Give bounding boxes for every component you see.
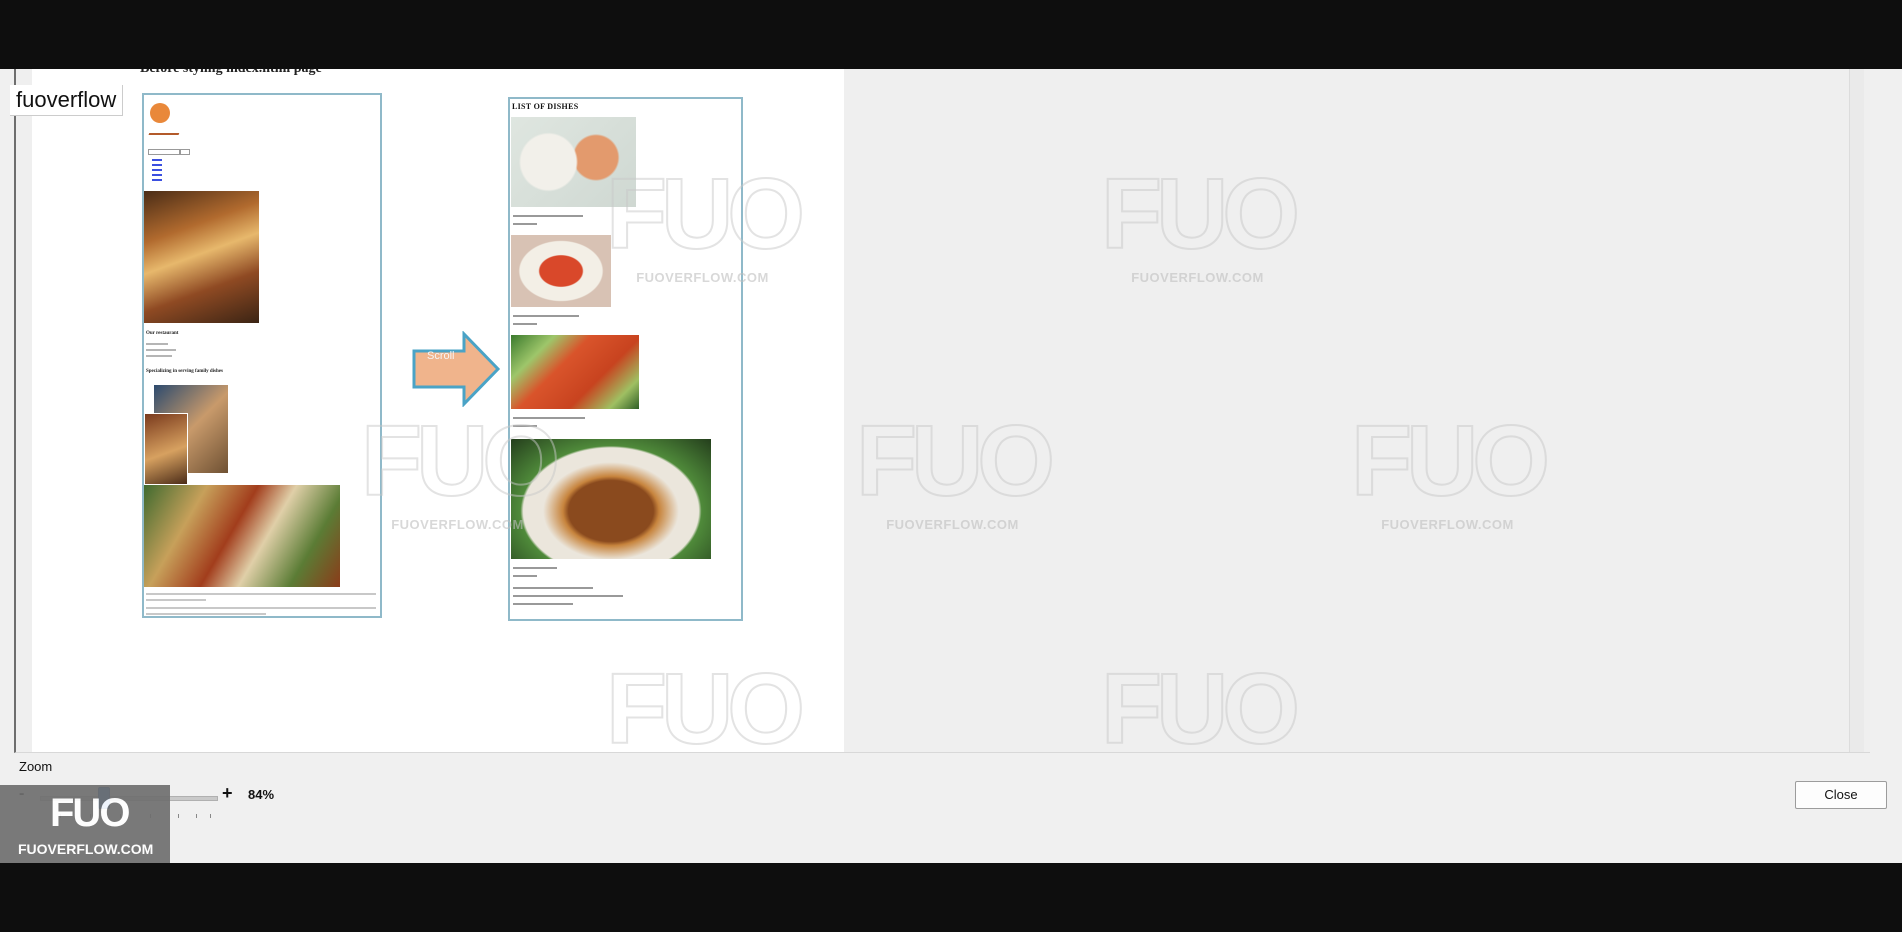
footer-line <box>513 587 593 589</box>
dish-price <box>513 575 537 577</box>
restaurant-logo-icon <box>148 99 182 139</box>
mini-nav-link <box>152 174 162 176</box>
dish-price <box>513 425 537 427</box>
footer-line <box>513 595 623 597</box>
zoom-value: 84% <box>248 787 275 802</box>
close-button[interactable]: Close <box>1795 781 1887 809</box>
slider-tick <box>178 814 179 818</box>
slider-tick <box>196 814 197 818</box>
mini-heading-restaurant: Our restaurant <box>146 331 179 336</box>
fuo-badge: FUO FUOVERFLOW.COM <box>0 785 170 863</box>
dish-price <box>513 223 537 225</box>
mini-text-line <box>146 607 376 609</box>
mini-nav-link <box>152 169 162 171</box>
preview-page: Before styling index.html page Our resta… <box>32 69 844 752</box>
mini-text-line <box>146 599 206 601</box>
watermark: FUOFUOVERFLOW.COM <box>1100 158 1301 285</box>
list-of-dishes-title: LIST OF DISHES <box>512 102 579 111</box>
footer-line <box>513 603 573 605</box>
vertical-scrollbar[interactable] <box>1849 69 1864 752</box>
mini-search-input <box>148 149 180 155</box>
mini-text-line <box>146 349 176 351</box>
mini-heading-specializing: Specializing in serving family dishes <box>146 369 223 374</box>
dish-photo-2 <box>511 235 611 307</box>
arrow-label: Scroll <box>427 350 455 362</box>
restaurant-photo <box>144 191 259 323</box>
bottom-letterbox <box>0 863 1902 932</box>
zoom-in-button[interactable]: + <box>222 783 233 804</box>
dish-caption <box>513 215 583 217</box>
interior-photo-small <box>144 413 188 485</box>
mini-nav-link <box>152 164 162 166</box>
slide-title: Before styling index.html page <box>140 69 322 77</box>
mini-text-line <box>146 355 172 357</box>
zoom-label: Zoom <box>19 759 53 774</box>
dish-price <box>513 323 537 325</box>
mini-text-line <box>146 593 376 595</box>
scroll-arrow: Scroll <box>412 330 502 412</box>
mini-nav-link <box>152 179 162 181</box>
preview-viewport[interactable]: Before styling index.html page Our resta… <box>14 69 1870 753</box>
dish-caption <box>513 567 557 569</box>
mini-text-line <box>146 343 168 345</box>
dish-photo-3 <box>511 335 639 409</box>
dish-photo-1 <box>511 117 636 207</box>
dishes-photo <box>144 485 340 587</box>
slider-tick <box>210 814 211 818</box>
mini-search-button <box>180 149 190 155</box>
mini-nav-link <box>152 159 162 161</box>
dish-photo-4 <box>511 439 711 559</box>
watermark: FUOFUOVERFLOW.COM <box>855 405 1056 532</box>
watermark: FUOFUOVERFLOW.COM <box>1350 405 1551 532</box>
dish-caption <box>513 417 585 419</box>
top-letterbox <box>0 0 1902 69</box>
after-screenshot: LIST OF DISHES <box>508 97 743 621</box>
mini-text-line <box>146 613 266 615</box>
watermark: FUOFUOVERFLOW.COM <box>1100 653 1301 753</box>
fuo-logo-icon: FUO <box>50 791 130 835</box>
fuo-url: FUOVERFLOW.COM <box>18 841 154 857</box>
fuoverflow-label: fuoverflow <box>10 85 124 116</box>
dish-caption <box>513 315 579 317</box>
arrow-right-icon <box>412 330 501 408</box>
before-screenshot: Our restaurant Specializing in serving f… <box>142 93 382 618</box>
print-preview-dialog: Before styling index.html page Our resta… <box>0 69 1902 863</box>
